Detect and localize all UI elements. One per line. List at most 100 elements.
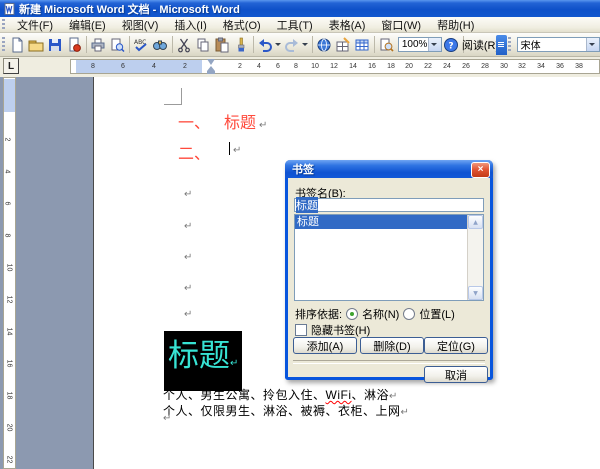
first-line-indent-marker[interactable] (207, 59, 215, 65)
paste-button[interactable] (213, 35, 232, 54)
menu-item[interactable]: 帮助(H) (429, 15, 482, 35)
menu-item[interactable]: 窗口(W) (373, 15, 429, 35)
sort-by-position-radio[interactable] (403, 308, 416, 320)
ruler-number: 8 (91, 63, 95, 70)
insert-table-icon (355, 39, 369, 50)
goto-button[interactable]: 定位(G) (424, 337, 488, 354)
toolbar-options-button[interactable] (495, 34, 507, 55)
spelling-button[interactable]: ABC (132, 35, 151, 54)
print-button[interactable] (89, 35, 108, 54)
scroll-up-button[interactable]: ▲ (468, 215, 483, 229)
zoom-page-button[interactable] (377, 35, 396, 54)
sort-by-row: 排序依据: 名称(N) 位置(L) (295, 306, 455, 322)
toolbar-separator (171, 36, 173, 53)
dialog-body: 书签名(B): 标题 标题 ▲ ▼ 排序依据: 名称(N) 位置(L) 隐藏书签… (288, 178, 490, 383)
line1-wifi-misspelled: WiFi (325, 388, 352, 402)
research-button[interactable] (151, 35, 170, 54)
heading-line-1[interactable]: 一、 标题 ↵ (178, 109, 267, 133)
print-preview-button[interactable] (108, 35, 127, 54)
formatting-toolbar-drag-handle[interactable] (507, 36, 511, 53)
selected-heading-text[interactable]: 标题↵ (164, 331, 243, 391)
scroll-down-button[interactable]: ▼ (468, 286, 483, 300)
ruler-number: 6 (276, 63, 280, 70)
cut-icon (178, 38, 191, 52)
menubar-drag-handle[interactable] (2, 18, 5, 31)
sort-by-name-label: 名称(N) (362, 309, 400, 321)
menu-item[interactable]: 编辑(E) (61, 15, 114, 35)
undo-button[interactable] (256, 35, 275, 54)
paragraph-mark: ↵ (230, 358, 239, 369)
undo-dropdown-arrow[interactable] (274, 43, 281, 46)
copy-button[interactable] (194, 35, 213, 54)
ruler-number: 2 (183, 63, 187, 70)
cancel-button[interactable]: 取消 (424, 366, 488, 383)
font-select[interactable]: 宋体 (516, 37, 600, 52)
horizontal-ruler-row: L 8642 2 4 6 8 10 12 14 16 18 20 22 24 26 28 30 32 34 36 3… (0, 57, 600, 77)
heading-1-text: 标题 (224, 115, 257, 132)
sort-by-name-radio[interactable] (346, 308, 359, 320)
toolbar-separator (252, 36, 254, 53)
redo-icon (285, 38, 299, 52)
heading-line-2[interactable]: 二、 (178, 140, 210, 164)
paragraph-mark: ↵ (184, 221, 193, 232)
ruler-number: 16 (368, 63, 376, 70)
hidden-bookmarks-label: 隐藏书签(H) (311, 325, 371, 337)
print-preview-icon (111, 38, 125, 52)
toolbar-drag-handle[interactable] (2, 36, 5, 53)
list-scrollbar[interactable]: ▲ ▼ (467, 215, 483, 300)
paragraph-mark: ↵ (400, 407, 410, 418)
open-button[interactable] (27, 35, 46, 54)
tab-stop-selector[interactable]: L (3, 58, 19, 74)
cut-button[interactable] (175, 35, 194, 54)
menu-item[interactable]: 视图(V) (114, 15, 167, 35)
chevron-down-icon (589, 43, 595, 46)
ruler-number: 28 (481, 63, 489, 70)
bookmark-list-item[interactable]: 标题 (295, 215, 467, 229)
spelling-grammar-icon: ABC (134, 39, 147, 51)
ruler-number: 10 (311, 63, 319, 70)
menu-bar: 文件(F) 编辑(E) 视图(V) 插入(I) 格式(O) 工具(T) 表格(A) 窗口(W)… (0, 17, 600, 33)
ruler-number: 12 (330, 63, 338, 70)
paragraph-mark: ↵ (184, 283, 193, 294)
ruler-number: 10 (5, 263, 13, 272)
redo-dropdown-arrow[interactable] (301, 43, 308, 46)
sort-by-label: 排序依据: (295, 309, 343, 321)
help-button[interactable]: ? (442, 35, 461, 54)
add-button[interactable]: 添加(A) (293, 337, 357, 354)
menu-item[interactable]: 表格(A) (321, 15, 374, 35)
redo-button[interactable] (283, 35, 302, 54)
insert-hyperlink-button[interactable] (315, 35, 334, 54)
font-dropdown-button[interactable] (586, 38, 599, 51)
save-button[interactable] (46, 35, 65, 54)
body-text-line-1[interactable]: 个人、男生公寓、拎包入住、WiFi、淋浴↵ (163, 386, 398, 403)
body-text-line-2[interactable]: 个人、仅限男生、淋浴、被褥、衣柜、上网↵ (163, 402, 409, 419)
horizontal-ruler[interactable]: 8642 2 4 6 8 10 12 14 16 18 20 22 24 26 28 30 32 34 36 38 (70, 59, 600, 74)
delete-button[interactable]: 删除(D) (360, 337, 424, 354)
ruler-number: 32 (518, 63, 526, 70)
new-document-button[interactable] (8, 35, 27, 54)
format-painter-icon (238, 37, 245, 51)
ruler-number: 24 (443, 63, 451, 70)
menu-item[interactable]: 文件(F) (9, 15, 61, 35)
read-layout-button[interactable]: 阅读(R) (462, 35, 499, 54)
ruler-number: 2 (238, 63, 242, 70)
zoom-dropdown-button[interactable] (427, 38, 441, 51)
menu-item[interactable]: 插入(I) (166, 15, 214, 35)
insert-table-button[interactable] (353, 35, 372, 54)
bookmark-name-value: 标题 (296, 197, 318, 213)
paste-icon (215, 37, 229, 52)
menu-item[interactable]: 工具(T) (269, 15, 321, 35)
dialog-close-button[interactable]: × (471, 162, 490, 178)
menu-items: 文件(F) 编辑(E) 视图(V) 插入(I) 格式(O) 工具(T) 表格(A) 窗口(W)… (9, 17, 482, 32)
vertical-ruler[interactable]: 2 4 6 8 10 12 14 16 18 20 22 (3, 77, 16, 469)
hidden-bookmarks-checkbox[interactable] (295, 324, 307, 336)
tables-borders-button[interactable] (334, 35, 353, 54)
bookmark-name-input[interactable]: 标题 (294, 197, 484, 213)
menu-item[interactable]: 格式(O) (215, 15, 269, 35)
ruler-number: 8 (294, 63, 298, 70)
left-indent-marker[interactable] (207, 71, 215, 74)
format-painter-button[interactable] (232, 35, 251, 54)
zoom-select[interactable]: 100% (397, 37, 442, 52)
bookmark-list[interactable]: 标题 ▲ ▼ (294, 214, 484, 301)
permission-button[interactable] (65, 35, 84, 54)
